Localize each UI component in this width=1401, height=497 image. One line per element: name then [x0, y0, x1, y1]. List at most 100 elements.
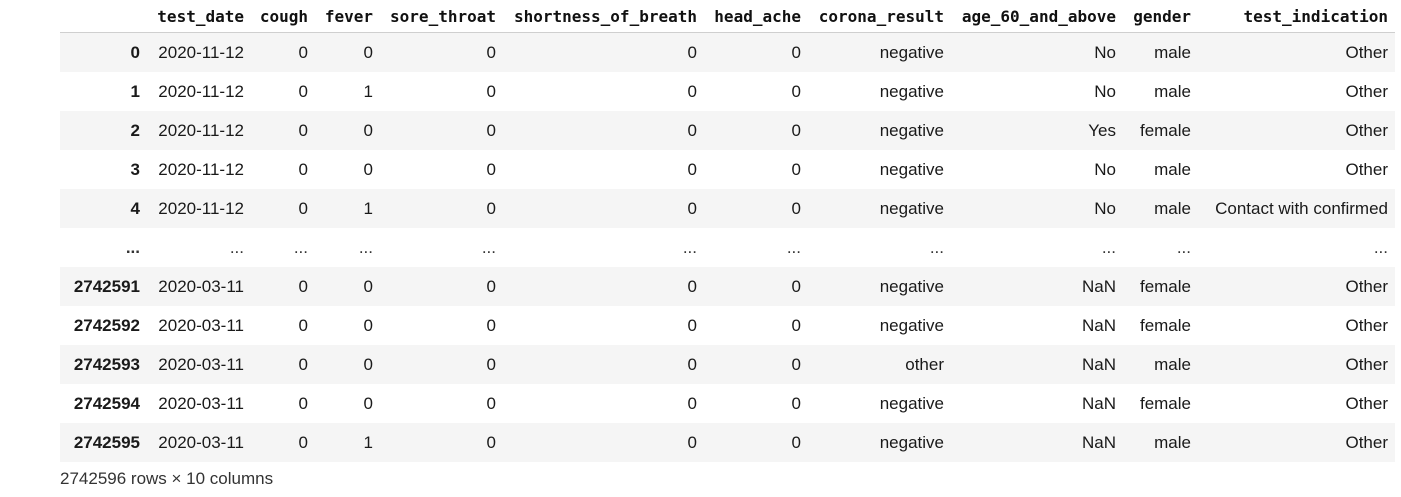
table-cell: negative — [879, 393, 944, 413]
table-cell: male — [1154, 432, 1191, 452]
table-cell: 0 — [687, 393, 697, 413]
table-cell: male — [1154, 198, 1191, 218]
table-cell: 0 — [363, 315, 373, 335]
table-cell: 2020-11-12 — [158, 81, 244, 101]
table-cell: ... — [1101, 237, 1116, 257]
table-cell: male — [1154, 354, 1191, 374]
table-cell: 0 — [687, 159, 697, 179]
table-cell: 1 — [363, 198, 373, 218]
table-cell: 0 — [363, 159, 373, 179]
table-cell: male — [1154, 159, 1191, 179]
table-cell: Other — [1345, 81, 1388, 101]
dataframe-table: test_date cough fever sore_throat shortn… — [60, 0, 1395, 462]
table-cell: No — [1094, 198, 1116, 218]
row-index: 1 — [130, 81, 140, 101]
table-cell: ... — [481, 237, 496, 257]
table-cell: Other — [1345, 159, 1388, 179]
table-cell: female — [1139, 120, 1191, 140]
row-index: 2742592 — [73, 315, 140, 335]
table-cell: No — [1094, 81, 1116, 101]
column-header: head_ache — [704, 0, 808, 33]
table-cell: NaN — [1081, 315, 1116, 335]
column-header: shortness_of_breath — [503, 0, 704, 33]
table-cell: 0 — [687, 354, 697, 374]
table-cell: 0 — [687, 276, 697, 296]
table-cell: NaN — [1081, 432, 1116, 452]
table-cell: negative — [879, 315, 944, 335]
table-cell: 0 — [791, 276, 801, 296]
table-cell: ... — [682, 237, 697, 257]
row-index: 3 — [130, 159, 140, 179]
table-cell: negative — [879, 198, 944, 218]
table-cell: negative — [879, 159, 944, 179]
column-header: cough — [251, 0, 315, 33]
table-cell: 0 — [486, 42, 496, 62]
row-index: 2742595 — [73, 432, 140, 452]
table-cell: 0 — [791, 198, 801, 218]
table-cell: 0 — [298, 198, 308, 218]
table-cell: 0 — [486, 432, 496, 452]
index-header — [60, 0, 140, 33]
table-cell: 0 — [791, 315, 801, 335]
table-cell: 2020-11-12 — [158, 42, 244, 62]
table-cell: 0 — [363, 120, 373, 140]
table-cell: NaN — [1081, 354, 1116, 374]
table-cell: 0 — [687, 120, 697, 140]
dataframe-output: test_date cough fever sore_throat shortn… — [60, 0, 1395, 462]
column-header: sore_throat — [380, 0, 503, 33]
table-cell: 0 — [486, 198, 496, 218]
table-cell: Other — [1345, 432, 1388, 452]
table-cell: Other — [1345, 42, 1388, 62]
column-header: test_date — [140, 0, 251, 33]
table-row: 2 2020-11-12 0 0 0 0 0 negative Yes female Other — [60, 111, 1395, 150]
table-cell: 2020-03-11 — [158, 276, 244, 296]
table-cell: 0 — [298, 81, 308, 101]
table-cell: NaN — [1081, 276, 1116, 296]
table-cell: 0 — [791, 81, 801, 101]
table-cell: 0 — [687, 432, 697, 452]
table-cell: Other — [1345, 354, 1388, 374]
column-header: fever — [315, 0, 380, 33]
table-row: 2742592 2020-03-11 0 0 0 0 0 negative NaN female O… — [60, 306, 1395, 345]
table-cell: No — [1094, 159, 1116, 179]
table-cell: 0 — [687, 81, 697, 101]
table-cell: NaN — [1081, 393, 1116, 413]
table-cell: 0 — [687, 315, 697, 335]
table-cell: 0 — [298, 354, 308, 374]
row-index: 2 — [130, 120, 140, 140]
table-cell: 2020-11-12 — [158, 198, 244, 218]
table-cell: female — [1139, 315, 1191, 335]
table-row: 1 2020-11-12 0 1 0 0 0 negative No male Other — [60, 72, 1395, 111]
table-cell: negative — [879, 42, 944, 62]
table-cell: 0 — [363, 276, 373, 296]
table-cell: male — [1154, 42, 1191, 62]
table-cell: ... — [358, 237, 373, 257]
table-cell: 1 — [363, 432, 373, 452]
ellipsis-row: ................................. — [60, 228, 1395, 267]
table-cell: ... — [1373, 237, 1388, 257]
column-header: age_60_and_above — [951, 0, 1123, 33]
column-header: gender — [1123, 0, 1198, 33]
column-header: test_indication — [1198, 0, 1395, 33]
table-cell: other — [905, 354, 944, 374]
table-cell: ... — [229, 237, 244, 257]
table-cell: 0 — [298, 159, 308, 179]
table-cell: 2020-03-11 — [158, 393, 244, 413]
table-row: 4 2020-11-12 0 1 0 0 0 negative No male Contact wi… — [60, 189, 1395, 228]
row-index: 0 — [130, 42, 140, 62]
table-cell: 0 — [363, 354, 373, 374]
table-row: 0 2020-11-12 0 0 0 0 0 negative No male Other — [60, 32, 1395, 72]
table-cell: 0 — [298, 393, 308, 413]
table-cell: 0 — [298, 42, 308, 62]
table-cell: Other — [1345, 276, 1388, 296]
table-cell: Other — [1345, 393, 1388, 413]
table-cell: 2020-03-11 — [158, 315, 244, 335]
table-cell: 0 — [486, 120, 496, 140]
table-cell: 0 — [363, 393, 373, 413]
table-cell: 0 — [791, 42, 801, 62]
table-cell: female — [1139, 393, 1191, 413]
table-cell: 0 — [486, 315, 496, 335]
table-cell: 0 — [791, 393, 801, 413]
table-cell: female — [1139, 276, 1191, 296]
table-body: 0 2020-11-12 0 0 0 0 0 negative No male Other 1 2020… — [60, 32, 1395, 462]
